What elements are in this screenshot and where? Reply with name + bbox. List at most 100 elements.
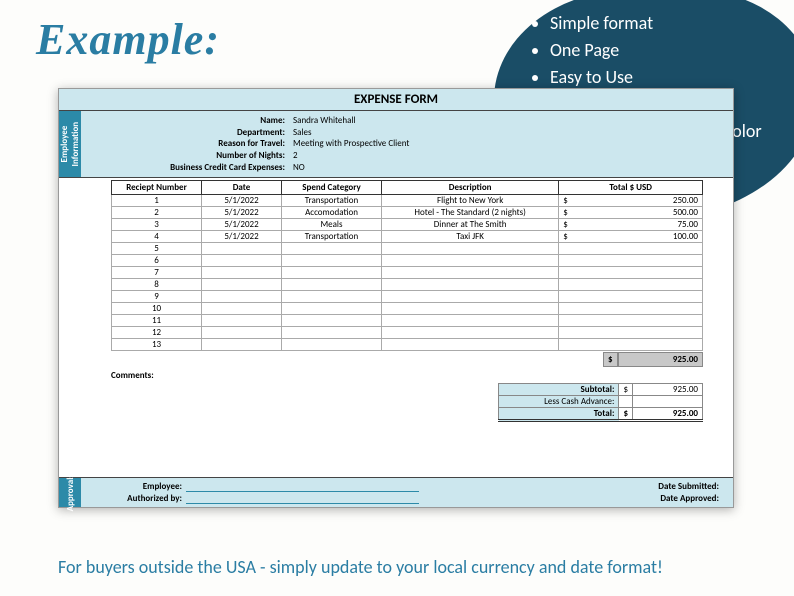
- date-submitted-label: Date Submitted:: [439, 481, 723, 492]
- cell-date: 5/1/2022: [202, 219, 282, 231]
- cell-category: [282, 243, 382, 255]
- cell-desc: Taxi JFK: [382, 231, 559, 243]
- cell-date: 5/1/2022: [202, 231, 282, 243]
- cell-category: [282, 267, 382, 279]
- table-row: 7: [112, 267, 703, 279]
- total-label: Total:: [499, 408, 619, 421]
- table-row: 9: [112, 291, 703, 303]
- cell-desc: [382, 303, 559, 315]
- cell-receipt: 1: [112, 195, 202, 207]
- reason-value: Meeting with Prospective Client: [291, 138, 409, 150]
- approvals-vlabel: Approvals: [59, 478, 81, 507]
- cell-desc: [382, 279, 559, 291]
- approvals-section: Approvals Employee: Authorized by: Date …: [59, 477, 733, 507]
- cell-desc: [382, 243, 559, 255]
- form-title: EXPENSE FORM: [59, 89, 733, 111]
- cell-currency: $: [559, 195, 571, 207]
- col-receipt: Reciept Number: [112, 181, 202, 195]
- total-cur: $: [619, 408, 633, 421]
- dept-value: Sales: [291, 127, 312, 139]
- feature-item: Simple format: [550, 10, 774, 37]
- cell-receipt: 10: [112, 303, 202, 315]
- cell-desc: Dinner at The Smith: [382, 219, 559, 231]
- cell-category: Meals: [282, 219, 382, 231]
- employee-sig-label: Employee:: [91, 481, 186, 492]
- advance-value: [633, 396, 703, 408]
- cell-date: [202, 279, 282, 291]
- col-desc: Description: [382, 181, 559, 195]
- cell-amount: 100.00: [571, 231, 703, 243]
- cell-amount: 500.00: [571, 207, 703, 219]
- table-row: 45/1/2022TransportationTaxi JFK$100.00: [112, 231, 703, 243]
- authorized-label: Authorized by:: [91, 493, 186, 504]
- cell-receipt: 2: [112, 207, 202, 219]
- feature-item: One Page: [550, 37, 774, 64]
- cell-currency: $: [559, 207, 571, 219]
- subtotal-cur: $: [619, 384, 633, 396]
- cell-receipt: 13: [112, 339, 202, 351]
- cell-category: [282, 279, 382, 291]
- cell-currency: [559, 327, 571, 339]
- authorized-line: [186, 493, 419, 504]
- cc-value: NO: [291, 162, 305, 174]
- cell-date: [202, 243, 282, 255]
- date-approved-label: Date Approved:: [439, 493, 723, 504]
- cell-category: [282, 315, 382, 327]
- cell-date: 5/1/2022: [202, 195, 282, 207]
- expense-table-wrap: Reciept Number Date Spend Category Descr…: [59, 178, 733, 367]
- col-category: Spend Category: [282, 181, 382, 195]
- expense-table: Reciept Number Date Spend Category Descr…: [111, 180, 703, 351]
- comments-label: Comments:: [59, 367, 733, 383]
- cell-desc: Hotel - The Standard (2 nights): [382, 207, 559, 219]
- cell-amount: [571, 303, 703, 315]
- expense-form-sheet: EXPENSE FORM Employee Information Name:S…: [58, 88, 734, 508]
- cell-currency: $: [559, 219, 571, 231]
- cell-amount: [571, 339, 703, 351]
- cell-amount: [571, 279, 703, 291]
- cell-receipt: 11: [112, 315, 202, 327]
- table-row: 10: [112, 303, 703, 315]
- col-total: Total $ USD: [559, 181, 703, 195]
- cell-category: [282, 339, 382, 351]
- cell-amount: [571, 291, 703, 303]
- nights-value: 2: [291, 150, 298, 162]
- summary-block: Subtotal: $ 925.00 Less Cash Advance: To…: [59, 383, 733, 422]
- name-label: Name:: [81, 115, 291, 127]
- cell-amount: 250.00: [571, 195, 703, 207]
- table-row: 11: [112, 315, 703, 327]
- employee-section: Employee Information Name:Sandra Whiteha…: [59, 111, 733, 178]
- employee-vlabel: Employee Information: [59, 111, 81, 177]
- cell-category: [282, 291, 382, 303]
- cell-date: [202, 303, 282, 315]
- cell-date: 5/1/2022: [202, 207, 282, 219]
- cell-currency: $: [559, 231, 571, 243]
- cell-desc: [382, 327, 559, 339]
- table-sum-row: $ 925.00: [111, 352, 703, 367]
- cell-amount: [571, 243, 703, 255]
- cell-currency: [559, 303, 571, 315]
- table-row: 13: [112, 339, 703, 351]
- table-row: 5: [112, 243, 703, 255]
- cell-amount: [571, 315, 703, 327]
- subtotal-label: Subtotal:: [499, 384, 619, 396]
- sum-currency: $: [603, 352, 618, 367]
- cell-receipt: 7: [112, 267, 202, 279]
- example-heading: Example:: [36, 14, 220, 65]
- cell-category: [282, 255, 382, 267]
- cell-receipt: 3: [112, 219, 202, 231]
- cell-receipt: 6: [112, 255, 202, 267]
- cell-date: [202, 315, 282, 327]
- cell-receipt: 4: [112, 231, 202, 243]
- table-row: 6: [112, 255, 703, 267]
- cell-category: Transportation: [282, 195, 382, 207]
- cc-label: Business Credit Card Expenses:: [81, 162, 291, 174]
- cell-category: [282, 303, 382, 315]
- cell-amount: 75.00: [571, 219, 703, 231]
- cell-date: [202, 291, 282, 303]
- cell-desc: [382, 291, 559, 303]
- cell-currency: [559, 315, 571, 327]
- employee-sig-line: [186, 481, 419, 492]
- cell-desc: Flight to New York: [382, 195, 559, 207]
- feature-item: Easy to Use: [550, 64, 774, 91]
- table-row: 12: [112, 327, 703, 339]
